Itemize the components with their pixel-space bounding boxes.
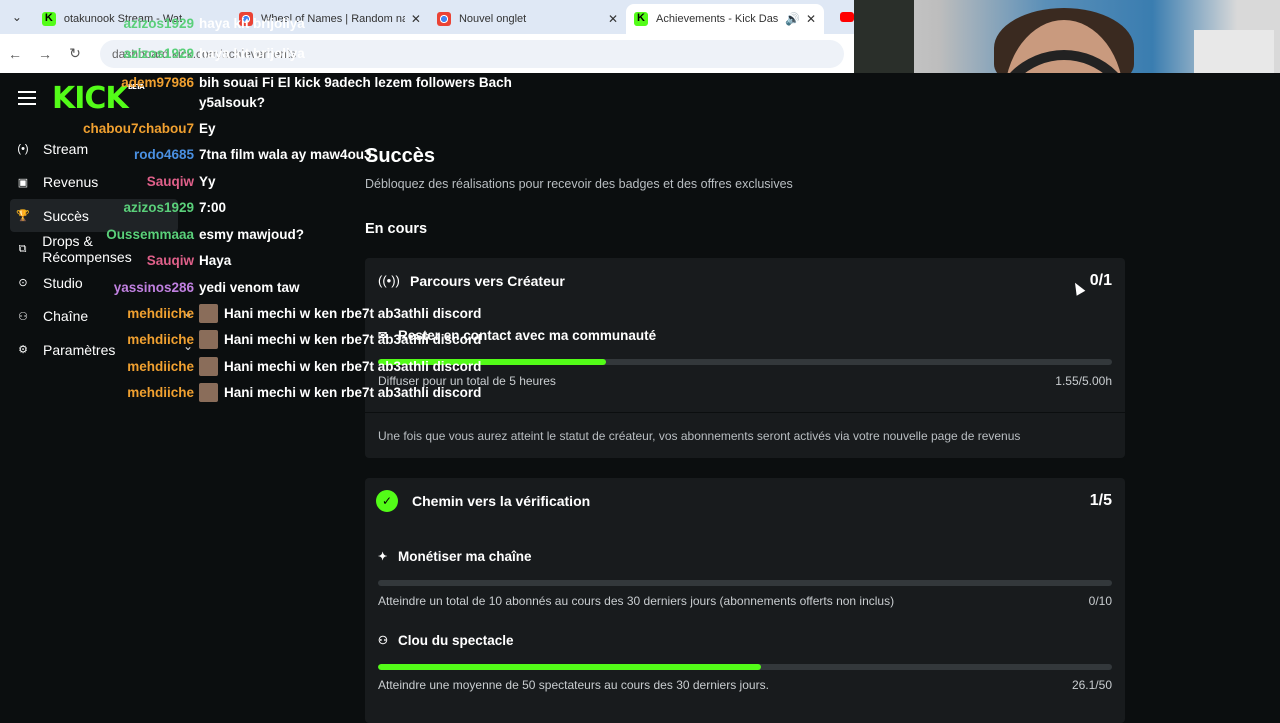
chat-text: Hani mechi w ken rbe7t ab3athli discord — [224, 332, 482, 347]
chat-message: rodo4685 7tna film wala ay maw4ou3 — [0, 147, 372, 162]
chat-username[interactable]: adem97986 — [0, 75, 199, 90]
task-value: 1.55/5.00h — [1055, 374, 1112, 388]
verified-badge-icon: ✓ — [376, 489, 402, 512]
divider — [365, 412, 1125, 413]
task-desc-row: Atteindre un total de 10 abonnés au cour… — [378, 594, 1112, 608]
task-row: ✉ Rester en contact avec ma communauté D… — [378, 328, 1112, 388]
chat-message: mehdiiche Hani mechi w ken rbe7t ab3athli… — [0, 383, 482, 402]
chat-message: adem97986 bih souai Fi El kick 9adech lez… — [0, 75, 512, 90]
chat-text: haya kit brijoliya — [199, 46, 305, 61]
verification-card: ✓ Chemin vers la vérification 1/5 ✦ Moné… — [365, 478, 1125, 723]
kick-favicon-icon — [634, 12, 649, 26]
task-title: Clou du spectacle — [398, 633, 514, 648]
chat-text: haya kit brijoliya — [199, 16, 305, 31]
chat-username[interactable] — [0, 95, 199, 110]
card-count: 1/5 — [1089, 491, 1112, 509]
task-title-row: ✦ Monétiser ma chaîne — [378, 549, 1112, 564]
chat-username[interactable]: mehdiiche — [0, 306, 199, 323]
task-title-row: ⚇ Clou du spectacle — [378, 633, 1112, 648]
chat-message: Sauqiw Yy — [0, 174, 216, 189]
chat-username[interactable]: rodo4685 — [0, 147, 199, 162]
task-title: Monétiser ma chaîne — [398, 549, 532, 564]
task-desc-row: Diffuser pour un total de 5 heures 1.55/… — [378, 374, 1112, 388]
card-count: 0/1 — [1089, 271, 1112, 289]
task-desc-row: Atteindre une moyenne de 50 spectateurs … — [378, 678, 1112, 692]
chat-username[interactable]: chabou7chabou7 — [0, 121, 199, 136]
chat-text: Yy — [199, 174, 216, 189]
speaker-icon[interactable]: 🔊 — [785, 12, 800, 26]
card-title: Chemin vers la vérification — [412, 492, 591, 509]
viewers-icon: ⚇ — [378, 635, 388, 647]
tab-label: Nouvel onglet — [458, 13, 527, 25]
chat-message: mehdiiche Hani mechi w ken rbe7t ab3athli… — [0, 357, 482, 376]
card-header[interactable]: ((•)) Parcours vers Créateur 0/1 — [378, 258, 1112, 303]
task-description: Atteindre une moyenne de 50 spectateurs … — [378, 678, 769, 692]
creator-card: ((•)) Parcours vers Créateur 0/1 ✉ Reste… — [365, 258, 1125, 458]
chat-message: yassinos286 yedi venom taw — [0, 280, 300, 295]
card-title: Parcours vers Créateur — [410, 272, 565, 289]
close-icon[interactable]: ✕ — [806, 12, 816, 26]
close-icon[interactable]: ✕ — [608, 12, 618, 26]
browser-chrome: ⌄ otakunook Stream - Wat Wheel of Names … — [0, 0, 854, 73]
chat-text: Hani mechi w ken rbe7t ab3athli discord — [224, 306, 482, 321]
task-row: ✦ Monétiser ma chaîne Atteindre un total… — [378, 549, 1112, 608]
chat-message: y5alsouk? — [0, 95, 265, 110]
youtube-tab-icon[interactable] — [840, 12, 854, 22]
chat-username[interactable]: azizos1929 — [0, 46, 199, 61]
chat-username[interactable]: azizos1929 — [0, 200, 199, 215]
page-title: Succès — [365, 145, 436, 167]
close-icon[interactable]: ✕ — [411, 12, 421, 26]
chrome-favicon-icon — [436, 12, 451, 26]
chat-username[interactable]: Sauqiw — [0, 253, 199, 268]
emote-icon — [199, 383, 218, 402]
chat-username[interactable]: azizos1929 — [0, 16, 199, 31]
task-value: 0/10 — [1088, 594, 1112, 608]
task-title-row: ✉ Rester en contact avec ma communauté — [378, 328, 1112, 343]
task-description: Atteindre un total de 10 abonnés au cour… — [378, 594, 895, 608]
chat-text: Hani mechi w ken rbe7t ab3athli discord — [224, 359, 482, 374]
dashboard-page: KICK BETA (•) Stream ▣ Revenus 🏆 Succès ⧉ Dr… — [0, 16, 1280, 723]
browser-tab[interactable]: Nouvel onglet ✕ — [429, 4, 626, 34]
page-subtitle: Débloquez des réalisations pour recevoir… — [365, 177, 793, 191]
chat-message: mehdiiche Hani mechi w ken rbe7t ab3athli… — [0, 330, 482, 349]
chat-message: mehdiiche Hani mechi w ken rbe7t ab3athli… — [0, 304, 482, 323]
chat-text: 7:00 — [199, 200, 227, 215]
progress-fill — [378, 664, 762, 670]
chat-text: Haya — [199, 253, 232, 268]
progress-bar — [378, 664, 1112, 670]
chat-username[interactable]: mehdiiche — [0, 332, 199, 349]
chat-text: esmy mawjoud? — [199, 227, 305, 242]
chat-message: Sauqiw Haya — [0, 253, 232, 268]
creator-note: Une fois que vous aurez atteint le statu… — [378, 429, 1021, 443]
progress-bar — [378, 580, 1112, 586]
chat-message: chabou7chabou7 Ey — [0, 121, 216, 136]
chat-text: yedi venom taw — [199, 280, 300, 295]
emote-icon — [199, 304, 218, 323]
chat-text: Ey — [199, 121, 216, 136]
tab-label: Achievements - Kick Dashb — [656, 13, 780, 25]
task-value: 26.1/50 — [1071, 678, 1112, 692]
chat-username[interactable]: yassinos286 — [0, 280, 199, 295]
browser-tab-active[interactable]: Achievements - Kick Dashb 🔊 ✕ — [626, 4, 825, 34]
sparkle-icon: ✦ — [378, 551, 388, 563]
chat-username[interactable]: mehdiiche — [0, 359, 199, 376]
task-row: ⚇ Clou du spectacle Atteindre une moyenn… — [378, 633, 1112, 692]
card-header[interactable]: ✓ Chemin vers la vérification 1/5 — [376, 478, 1112, 523]
chat-message: azizos1929 haya kit brijoliya — [0, 46, 305, 61]
progress-bar — [378, 359, 1112, 365]
broadcast-icon: ((•)) — [378, 273, 400, 288]
chat-username[interactable]: mehdiiche — [0, 385, 199, 402]
chat-username[interactable]: Oussemmaaa — [0, 227, 199, 242]
emote-icon — [199, 330, 218, 349]
chat-message: azizos1929 haya kit brijoliya — [0, 16, 305, 31]
chat-text: bih souai Fi El kick 9adech lezem follow… — [199, 75, 512, 90]
emote-icon — [199, 357, 218, 376]
chat-text: 7tna film wala ay maw4ou3 — [199, 147, 372, 162]
section-heading: En cours — [365, 221, 428, 237]
chat-message: Oussemmaaa esmy mawjoud? — [0, 227, 304, 242]
chat-text: Hani mechi w ken rbe7t ab3athli discord — [224, 385, 482, 400]
chat-message: azizos1929 7:00 — [0, 200, 226, 215]
chat-username[interactable]: Sauqiw — [0, 174, 199, 189]
chat-text: y5alsouk? — [199, 95, 266, 110]
